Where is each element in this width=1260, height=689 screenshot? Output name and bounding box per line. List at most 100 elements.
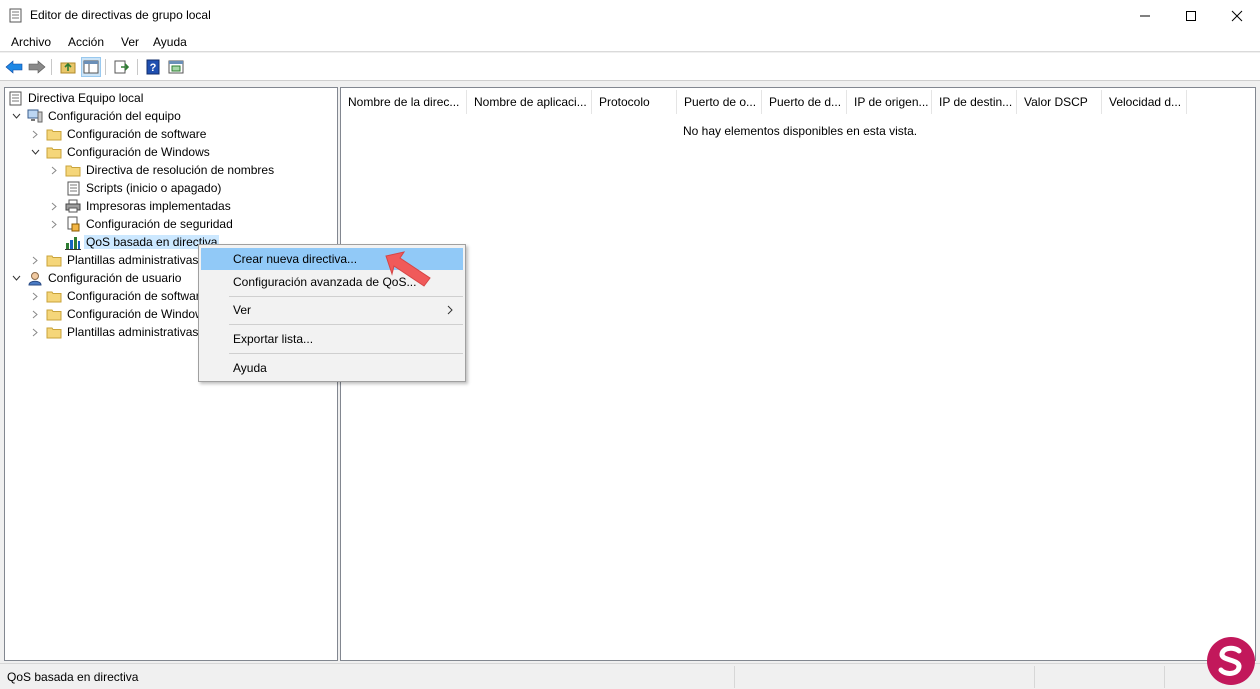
tree-item-label: Configuración de software xyxy=(67,127,207,141)
watermark-logo xyxy=(1207,637,1255,685)
policy-editor-app-icon xyxy=(9,8,22,23)
column-header-ip-destino[interactable]: IP de destin... xyxy=(932,90,1017,114)
folder-icon xyxy=(46,324,62,340)
tree-item-directiva-equipo-local[interactable]: Directiva Equipo local xyxy=(7,89,145,107)
menu-item-label: Crear nueva directiva... xyxy=(233,252,358,266)
menu-ayuda[interactable]: Ayuda xyxy=(153,35,187,49)
chevron-right-icon[interactable] xyxy=(30,309,40,319)
chevron-right-icon[interactable] xyxy=(30,327,40,337)
folder-icon xyxy=(46,306,62,322)
minimize-button[interactable] xyxy=(1122,0,1168,31)
menu-item-ayuda[interactable]: Ayuda xyxy=(201,357,463,379)
tree-item-label: Scripts (inicio o apagado) xyxy=(86,181,222,195)
maximize-icon xyxy=(1186,10,1196,21)
menu-archivo[interactable]: Archivo xyxy=(11,35,51,49)
back-arrow-icon xyxy=(5,60,23,74)
tree-item-label: Directiva Equipo local xyxy=(28,91,144,105)
column-header-puerto-origen[interactable]: Puerto de o... xyxy=(677,90,762,114)
menu-item-exportar-lista[interactable]: Exportar lista... xyxy=(201,328,463,350)
chevron-right-icon[interactable] xyxy=(30,255,40,265)
column-header-velocidad[interactable]: Velocidad d... xyxy=(1102,90,1187,114)
tree-item-configuracion-de-seguridad[interactable]: Configuración de seguridad xyxy=(49,215,235,233)
tree-item-scripts[interactable]: Scripts (inicio o apagado) xyxy=(65,179,223,197)
show-hide-tree-icon xyxy=(83,60,99,74)
toolbar-separator xyxy=(137,59,138,75)
tree-item-user-plantillas-administrativas[interactable]: Plantillas administrativas xyxy=(30,323,200,341)
tree-item-configuracion-de-usuario[interactable]: Configuración de usuario xyxy=(11,269,183,287)
printer-icon xyxy=(65,198,81,214)
tree-item-configuracion-del-equipo[interactable]: Configuración del equipo xyxy=(11,107,183,125)
tree-item-label: Configuración del equipo xyxy=(48,109,181,123)
chevron-right-icon[interactable] xyxy=(49,219,59,229)
minimize-icon xyxy=(1140,15,1150,16)
column-header-ip-origen[interactable]: IP de origen... xyxy=(847,90,932,114)
tree-item-impresoras-implementadas[interactable]: Impresoras implementadas xyxy=(49,197,233,215)
scroll-icon xyxy=(7,90,23,106)
tree-item-user-configuracion-de-windows[interactable]: Configuración de Windows xyxy=(30,305,212,323)
help-button[interactable]: ? xyxy=(143,57,163,77)
tree-item-plantillas-administrativas[interactable]: Plantillas administrativas xyxy=(30,251,200,269)
export-list-button[interactable] xyxy=(112,57,132,77)
up-one-level-button[interactable] xyxy=(58,57,78,77)
tree-item-configuracion-de-software[interactable]: Configuración de software xyxy=(30,125,208,143)
scroll-icon xyxy=(65,180,81,196)
user-icon xyxy=(27,270,43,286)
menu-item-ver[interactable]: Ver xyxy=(201,299,463,321)
tree-item-directiva-resolucion-nombres[interactable]: Directiva de resolución de nombres xyxy=(49,161,276,179)
column-header-puerto-destino[interactable]: Puerto de d... xyxy=(762,90,847,114)
tree-item-label: Configuración de Windows xyxy=(67,307,210,321)
chevron-down-icon[interactable] xyxy=(11,273,21,283)
folder-icon xyxy=(46,144,62,160)
menu-separator xyxy=(229,324,463,325)
back-button[interactable] xyxy=(4,57,24,77)
status-segment xyxy=(1035,666,1165,688)
help-icon: ? xyxy=(146,59,160,75)
chevron-right-icon[interactable] xyxy=(49,165,59,175)
close-icon xyxy=(1231,10,1243,21)
tree-item-label: Configuración de software xyxy=(67,289,207,303)
chevron-right-icon[interactable] xyxy=(49,201,59,211)
menu-ver[interactable]: Ver xyxy=(121,35,139,49)
up-folder-icon xyxy=(60,62,76,74)
computer-icon xyxy=(27,108,43,124)
chevron-right-icon[interactable] xyxy=(30,129,40,139)
tree-item-label: Plantillas administrativas xyxy=(67,325,199,339)
toolbar: ? xyxy=(0,53,1260,81)
chevron-right-icon[interactable] xyxy=(30,291,40,301)
menu-bar: Archivo Acción Ver Ayuda xyxy=(0,31,1260,52)
status-text: QoS basada en directiva xyxy=(0,666,735,688)
title-bar: Editor de directivas de grupo local xyxy=(0,0,1260,31)
folder-icon xyxy=(46,288,62,304)
menu-item-label: Ayuda xyxy=(233,361,267,375)
column-header-protocolo[interactable]: Protocolo xyxy=(592,90,677,114)
tree-item-user-configuracion-de-software[interactable]: Configuración de software xyxy=(30,287,208,305)
tree-item-label: Configuración de seguridad xyxy=(86,217,233,231)
column-header-nombre-aplicacion[interactable]: Nombre de aplicaci... xyxy=(467,90,592,114)
details-list[interactable]: Nombre de la direc... Nombre de aplicaci… xyxy=(340,87,1256,661)
column-header-valor-dscp[interactable]: Valor DSCP xyxy=(1017,90,1102,114)
maximize-button[interactable] xyxy=(1168,0,1214,31)
column-header-nombre-directiva[interactable]: Nombre de la direc... xyxy=(341,90,467,114)
menu-item-label: Exportar lista... xyxy=(233,332,314,346)
folder-icon xyxy=(46,126,62,142)
show-hide-tree-button[interactable] xyxy=(81,57,101,77)
chevron-down-icon[interactable] xyxy=(30,147,40,157)
tree-item-label: Directiva de resolución de nombres xyxy=(86,163,275,177)
chevron-down-icon[interactable] xyxy=(11,111,21,121)
export-list-icon xyxy=(114,60,130,74)
properties-button[interactable] xyxy=(166,57,186,77)
close-button[interactable] xyxy=(1214,0,1260,31)
tree-item-qos-basada-en-directiva[interactable]: QoS basada en directiva xyxy=(65,233,220,251)
toolbar-separator xyxy=(51,59,52,75)
properties-icon xyxy=(168,60,184,74)
tree-item-configuracion-de-windows[interactable]: Configuración de Windows xyxy=(30,143,212,161)
svg-text:?: ? xyxy=(150,62,157,74)
tree-item-label: Impresoras implementadas xyxy=(86,199,231,213)
forward-button[interactable] xyxy=(27,57,47,77)
folder-icon xyxy=(46,252,62,268)
tree-item-label: Plantillas administrativas xyxy=(67,253,199,267)
security-icon xyxy=(65,216,81,232)
tree-item-label: Configuración de usuario xyxy=(48,271,182,285)
menu-accion[interactable]: Acción xyxy=(68,35,104,49)
empty-list-message: No hay elementos disponibles en esta vis… xyxy=(683,124,918,138)
